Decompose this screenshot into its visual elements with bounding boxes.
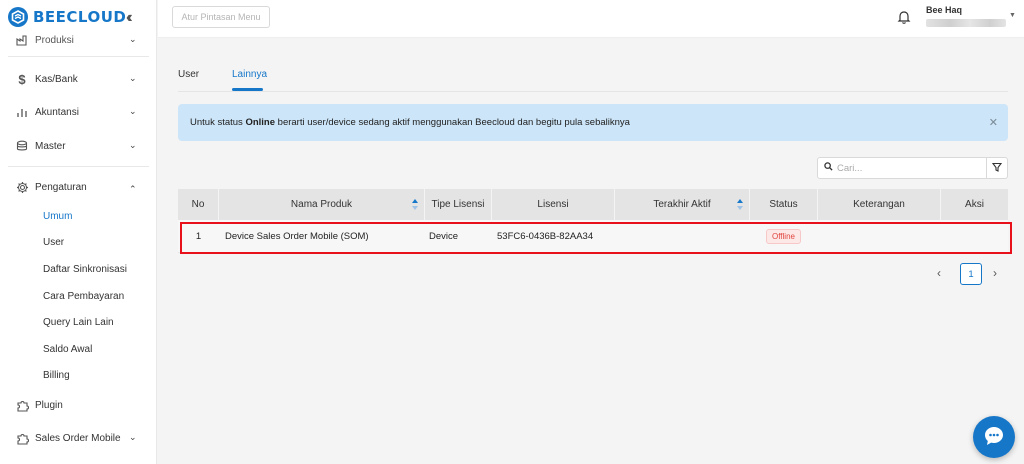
column-label: No <box>191 199 205 210</box>
sidebar-item-plugin[interactable]: Plugin <box>0 393 156 417</box>
column-label: Tipe Lisensi <box>431 199 485 210</box>
column-header-tipe-lisensi: Tipe Lisensi <box>425 189 492 220</box>
alert-bold: Online <box>245 117 276 128</box>
info-alert: Untuk status Online berarti user/device … <box>178 104 1008 141</box>
cell-aksi <box>941 220 1008 253</box>
column-label: Nama Produk <box>290 199 353 210</box>
sort-icon <box>412 199 418 210</box>
user-name[interactable]: Bee Haq <box>926 5 962 15</box>
sidebar-subitem-user[interactable]: User <box>43 237 64 248</box>
cell-no: 1 <box>195 231 202 242</box>
sidebar-item-label: Plugin <box>35 399 63 411</box>
pagination-page-button[interactable]: 1 <box>960 263 982 285</box>
column-label: Status <box>769 199 798 210</box>
column-header-terakhir-aktif[interactable]: Terakhir Aktif <box>615 189 750 220</box>
column-header-nama-produk[interactable]: Nama Produk <box>219 189 425 220</box>
pagination-next-button[interactable]: › <box>993 266 997 280</box>
filter-button[interactable] <box>987 157 1008 179</box>
column-header-no: No <box>178 189 219 220</box>
chat-button[interactable] <box>973 416 1015 458</box>
alert-text: Untuk status Online berarti user/device … <box>190 117 630 128</box>
brand-name: BEECLOUD <box>33 8 127 26</box>
sidebar-item-label: Kas/Bank <box>35 73 78 85</box>
beecloud-logo-icon <box>8 7 28 27</box>
chevron-up-icon: ⌃ <box>129 184 137 194</box>
shortcut-menu-button[interactable]: Atur Pintasan Menu <box>172 6 270 28</box>
status-badge: Offline <box>766 229 801 244</box>
alert-prefix: Untuk status <box>190 117 246 128</box>
column-header-keterangan: Keterangan <box>818 189 941 220</box>
divider <box>8 56 149 57</box>
gear-icon <box>15 180 29 194</box>
column-header-status: Status <box>750 189 818 220</box>
column-label: Keterangan <box>853 199 905 210</box>
cell-status: Offline <box>766 220 826 253</box>
search-icon <box>824 162 833 174</box>
sidebar-item-label: Akuntansi <box>35 106 79 118</box>
cell-terakhir-aktif <box>615 220 750 253</box>
dollar-icon: $ <box>18 71 26 87</box>
chevron-down-icon: ⌄ <box>129 140 137 150</box>
tab-user[interactable]: User <box>178 69 199 80</box>
sidebar-subitem-cara-pembayaran[interactable]: Cara Pembayaran <box>43 291 124 302</box>
chevron-down-icon: ⌄ <box>129 432 137 442</box>
sidebar-item-label: Pengaturan <box>35 181 87 193</box>
column-label: Terakhir Aktif <box>653 199 711 210</box>
column-header-lisensi: Lisensi <box>492 189 615 220</box>
chevron-down-icon: ⌄ <box>129 106 137 116</box>
sidebar-item-akuntansi[interactable]: Akuntansi ⌄ <box>0 100 156 124</box>
chevron-down-icon: ⌄ <box>129 73 137 83</box>
sidebar-item-label: Sales Order Mobile <box>35 432 121 444</box>
sidebar: BEECLOUD ‹‹ Produksi ⌄ $ Kas/Bank ⌄ Akun… <box>0 0 157 464</box>
search-box <box>817 157 987 179</box>
alert-suffix: berarti user/device sedang aktif menggun… <box>275 117 630 128</box>
bar-chart-icon <box>15 105 29 119</box>
pagination-prev-button[interactable]: ‹ <box>937 266 941 280</box>
sidebar-item-master[interactable]: Master ⌄ <box>0 134 156 158</box>
chat-icon <box>982 424 1006 451</box>
chevron-down-icon: ⌄ <box>129 34 137 44</box>
sort-icon <box>737 199 743 210</box>
sidebar-subitem-billing[interactable]: Billing <box>43 370 70 381</box>
sidebar-subitem-saldo-awal[interactable]: Saldo Awal <box>43 344 92 355</box>
table-row[interactable]: 1 Device Sales Order Mobile (SOM) Device… <box>178 220 1008 253</box>
tab-lainnya[interactable]: Lainnya <box>232 69 267 80</box>
column-label: Lisensi <box>537 199 569 210</box>
cell-nama-produk: Device Sales Order Mobile (SOM) <box>225 231 369 242</box>
sidebar-subitem-umum[interactable]: Umum <box>43 211 72 222</box>
search-input[interactable] <box>837 162 977 174</box>
logo-bar: BEECLOUD ‹‹ <box>0 0 156 34</box>
divider <box>8 166 149 167</box>
cell-tipe-lisensi: Device <box>429 231 459 242</box>
bell-icon[interactable] <box>896 9 912 25</box>
collapse-sidebar-icon[interactable]: ‹‹ <box>126 9 132 27</box>
close-icon[interactable]: ✕ <box>989 116 998 129</box>
puzzle-icon <box>15 431 29 445</box>
sidebar-item-label: Produksi <box>35 34 74 46</box>
cell-lisensi: 53FC6-0436B-82AA34 <box>497 231 594 242</box>
caret-down-icon[interactable]: ▼ <box>1009 12 1016 19</box>
user-company-blurred <box>926 19 1006 27</box>
factory-icon <box>15 33 29 47</box>
column-label: Aksi <box>965 199 984 210</box>
top-bar: Atur Pintasan Menu Bee Haq ▼ <box>158 0 1024 38</box>
active-tab-indicator <box>232 88 263 91</box>
sidebar-subitem-daftar-sinkronisasi[interactable]: Daftar Sinkronisasi <box>43 264 127 275</box>
cell-keterangan <box>818 220 941 253</box>
sidebar-item-label: Master <box>35 140 66 152</box>
sidebar-item-sales-order-mobile[interactable]: Sales Order Mobile ⌄ <box>0 426 156 450</box>
puzzle-icon <box>15 398 29 412</box>
column-header-aksi: Aksi <box>941 189 1008 220</box>
sidebar-subitem-query-lain-lain[interactable]: Query Lain Lain <box>43 317 114 328</box>
tab-bar: User Lainnya <box>178 68 1008 92</box>
license-table: No Nama Produk Tipe Lisensi Lisensi Tera… <box>178 189 1008 253</box>
sidebar-item-kas-bank[interactable]: $ Kas/Bank ⌄ <box>0 67 156 91</box>
filter-icon <box>991 162 1003 175</box>
sidebar-item-pengaturan[interactable]: Pengaturan ⌃ <box>0 175 156 199</box>
table-header: No Nama Produk Tipe Lisensi Lisensi Tera… <box>178 189 1008 220</box>
database-icon <box>15 139 29 153</box>
